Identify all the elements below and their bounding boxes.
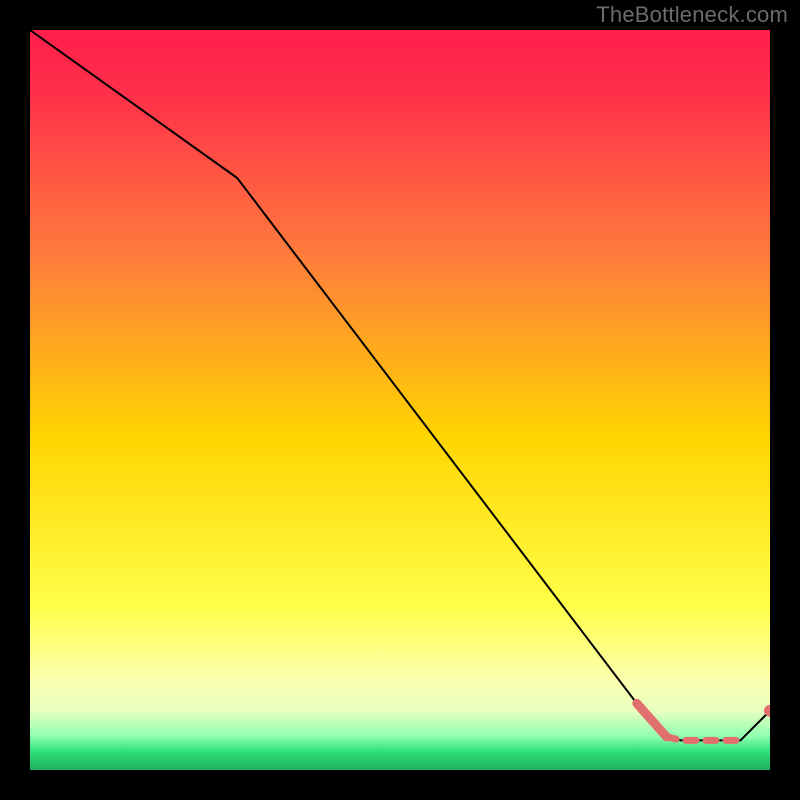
chart-svg (30, 30, 770, 770)
gradient-background (30, 30, 770, 770)
watermark-text: TheBottleneck.com (596, 2, 788, 28)
chart-frame: TheBottleneck.com (0, 0, 800, 800)
plot-area (30, 30, 770, 770)
